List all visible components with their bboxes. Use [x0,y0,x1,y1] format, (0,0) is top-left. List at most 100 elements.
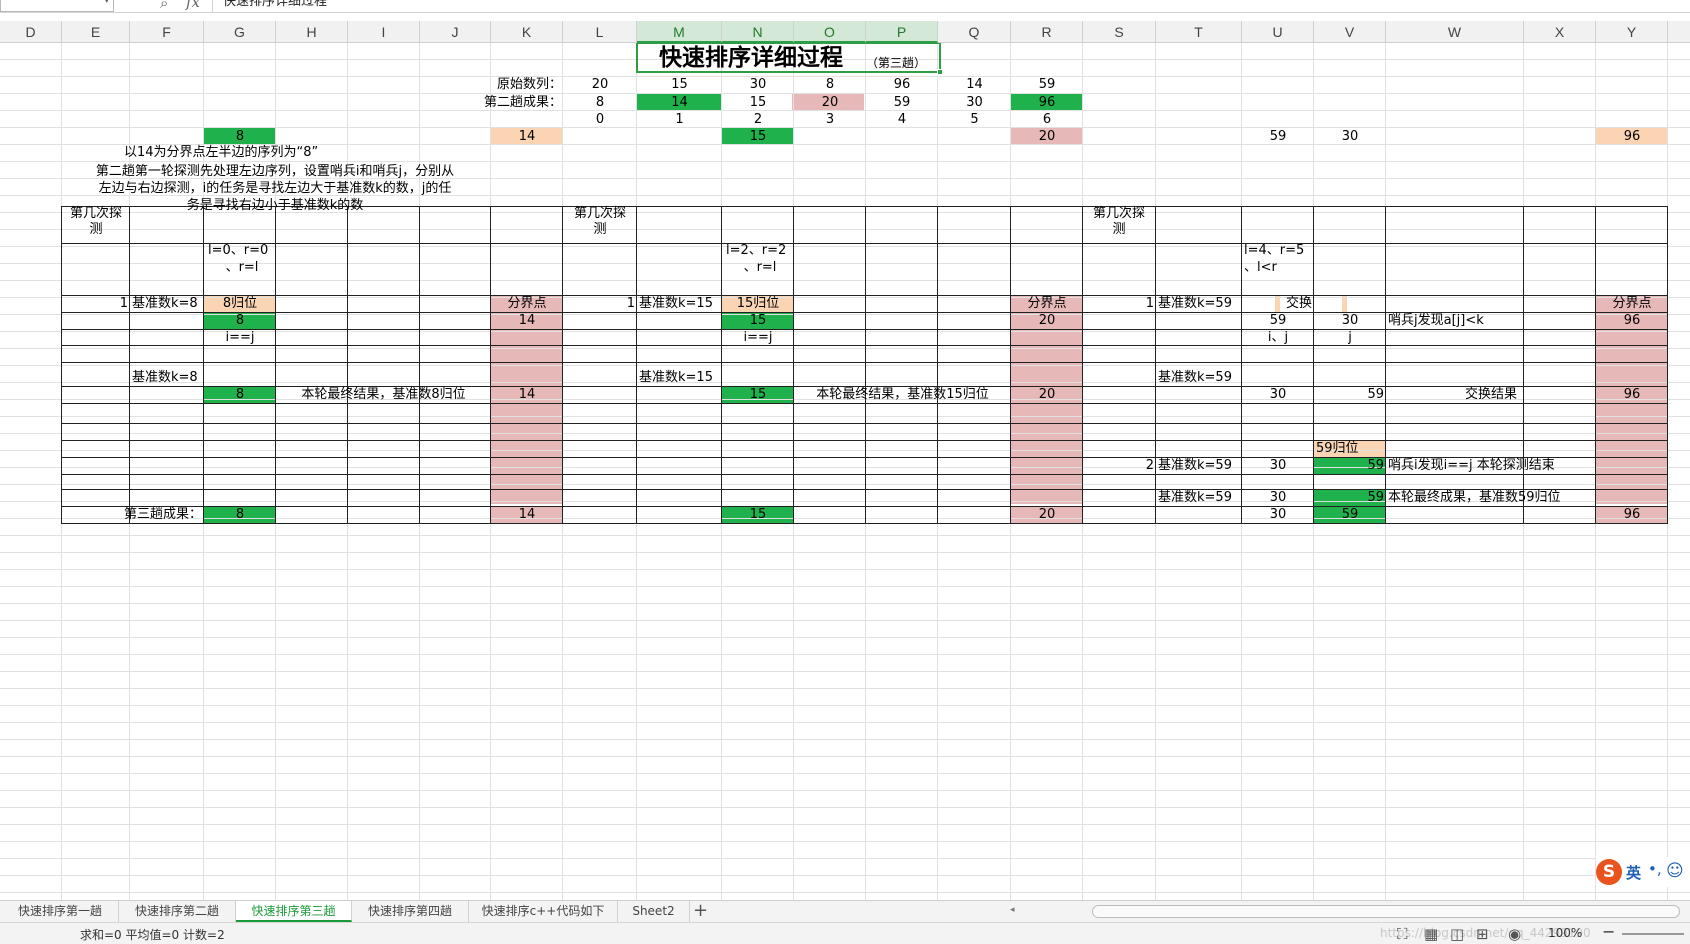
block3-y-val[interactable]: 96 [1596,312,1668,329]
zoom-level[interactable]: 100% [1548,926,1582,940]
row4-y[interactable]: 96 [1596,128,1668,145]
block3-u-val[interactable]: 59 [1242,312,1314,329]
row4-g[interactable]: 8 [204,128,276,145]
block3-pivot2[interactable]: 基准数k=59 [1156,369,1242,386]
second_pass-value[interactable]: 59 [866,94,938,111]
block1-k-val[interactable]: 14 [491,312,563,329]
third-pass-y[interactable]: 96 [1596,506,1668,523]
block3-v-val[interactable]: 30 [1314,312,1386,329]
column-header-f[interactable]: F [130,21,204,43]
block1-g-val[interactable]: 8 [204,312,276,329]
column-header-n[interactable]: N [722,21,794,43]
eye-icon[interactable]: ◉ [1508,925,1521,943]
block3-r2-v[interactable]: 59 [1314,457,1386,474]
zoom-icon[interactable]: ⌕ [160,0,168,12]
block2-final-note[interactable]: 本轮最终结果，基准数15归位 [794,386,1011,403]
block2-pivot[interactable]: 基准数k=15 [637,295,722,312]
column-header-x[interactable]: X [1524,21,1596,43]
block3-f-v[interactable]: 59 [1314,489,1386,506]
column-header-m[interactable]: M [637,21,722,43]
block3-r2-u[interactable]: 30 [1242,457,1314,474]
index-value[interactable]: 1 [637,111,722,128]
column-header-w[interactable]: W [1386,21,1524,43]
block1-round[interactable]: 1 [62,295,130,312]
second_pass-value[interactable]: 96 [1011,94,1083,111]
column-header-o[interactable]: O [794,21,866,43]
column-header-d[interactable]: D [0,21,62,43]
block1-final-note[interactable]: 本轮最终结果，基准数8归位 [276,386,491,403]
block1-boundary[interactable]: 分界点 [491,295,563,312]
block2-r-val[interactable]: 20 [1011,312,1083,329]
third-pass-n[interactable]: 15 [722,506,794,523]
spreadsheet-grid[interactable]: 快速排序详细过程 （第三趟） 原始数列： 第二趟成果： 20 15 30 8 96 14 5… [0,43,1690,900]
block2-final-val[interactable]: 15 [722,386,794,403]
ime-punctuation[interactable]: •, [1648,860,1662,878]
second_pass-value[interactable]: 20 [794,94,866,111]
index-value[interactable]: 3 [794,111,866,128]
original-value[interactable]: 30 [722,76,794,93]
add-sheet-icon[interactable]: + [693,901,713,922]
index-value[interactable]: 0 [563,111,637,128]
fx-icon[interactable]: fx [186,0,200,11]
ime-toolbar[interactable]: S 英 •, ☺ [1596,857,1690,887]
page-layout-icon[interactable]: ◫ [1450,925,1464,943]
block2-n-val[interactable]: 15 [722,312,794,329]
fill-handle[interactable] [937,69,943,75]
block3-r2-note[interactable]: 哨兵i发现i==j 本轮探测结束 [1386,457,1596,474]
block3-i-j[interactable]: i、j [1242,329,1314,346]
block2-round[interactable]: 1 [563,295,637,312]
third-pass-v[interactable]: 59 [1314,506,1386,523]
fullscreen-icon[interactable]: ⛶ [1397,925,1408,943]
second_pass-value[interactable]: 8 [563,94,637,111]
original-value[interactable]: 20 [563,76,637,93]
second_pass-value[interactable]: 30 [938,94,1011,111]
block3-swap-result[interactable]: 交换结果 [1386,386,1596,403]
block1-final-val[interactable]: 8 [204,386,276,403]
index-value[interactable]: 2 [722,111,794,128]
block2-final-r[interactable]: 20 [1011,386,1083,403]
scroll-left-icon[interactable]: ◂ [1010,905,1022,919]
block3-boundary[interactable]: 分界点 [1596,295,1668,312]
row4-n[interactable]: 15 [722,128,794,145]
third-pass-k[interactable]: 14 [491,506,563,523]
original-value[interactable]: 15 [637,76,722,93]
column-header-k[interactable]: K [491,21,563,43]
sogou-logo-icon[interactable]: S [1596,859,1622,885]
block3-round2[interactable]: 2 [1083,457,1156,474]
second_pass-value[interactable]: 14 [637,94,722,111]
zoom-slider[interactable] [1622,933,1684,935]
sheet-tab[interactable]: 快速排序第二趟 [119,901,236,922]
original-value[interactable]: 14 [938,76,1011,93]
block3-swap[interactable]: 交换 [1242,295,1314,312]
formula-input[interactable]: 快速排序详细过程 [212,0,1690,12]
column-header-j[interactable]: J [420,21,491,43]
block1-final-k[interactable]: 14 [491,386,563,403]
index-value[interactable]: 4 [866,111,938,128]
sheet-tab[interactable]: 快速排序第三趟 [236,901,352,922]
column-header-y[interactable]: Y [1596,21,1668,43]
block2-pivot2[interactable]: 基准数k=15 [637,369,722,386]
block3-f-note[interactable]: 本轮最终成果，基准数59归位 [1386,489,1596,506]
block3-pivot4[interactable]: 基准数k=59 [1156,489,1242,506]
normal-view-icon[interactable]: ▦ [1424,925,1438,943]
block3-pivot[interactable]: 基准数k=59 [1156,295,1242,312]
block3-sw-u[interactable]: 30 [1242,386,1314,403]
block1-homed[interactable]: 8归位 [204,295,276,312]
row4-v[interactable]: 30 [1314,128,1386,145]
column-header-r[interactable]: R [1011,21,1083,43]
block3-j-found[interactable]: 哨兵j发现a[j]<k [1386,312,1596,329]
sheet-tab[interactable]: 快速排序第四趟 [352,901,469,922]
block2-homed[interactable]: 15归位 [722,295,794,312]
column-header-s[interactable]: S [1083,21,1156,43]
block3-f-u[interactable]: 30 [1242,489,1314,506]
name-box[interactable]: ▾ [0,0,114,12]
sheet-tab[interactable]: 快速排序第一趟 [2,901,119,922]
third-pass-r[interactable]: 20 [1011,506,1083,523]
third-pass-u[interactable]: 30 [1242,506,1314,523]
column-header-p[interactable]: P [866,21,938,43]
second_pass-value[interactable]: 15 [722,94,794,111]
index-value[interactable]: 5 [938,111,1011,128]
index-value[interactable]: 6 [1011,111,1083,128]
column-header-v[interactable]: V [1314,21,1386,43]
original-value[interactable]: 8 [794,76,866,93]
